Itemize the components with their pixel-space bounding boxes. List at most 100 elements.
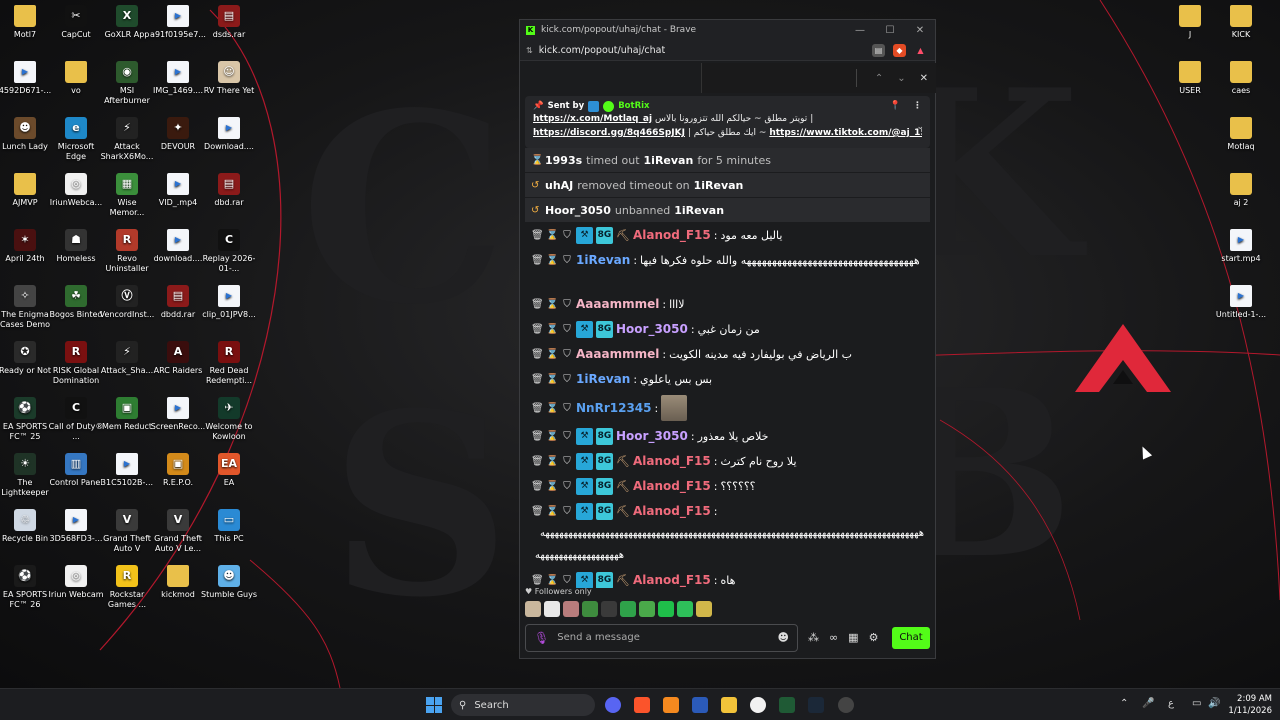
- desktop-icon[interactable]: ◉ MSI Afterburner: [99, 61, 155, 106]
- desktop-icon[interactable]: ▶ VID_.mp4: [150, 173, 206, 208]
- system-target[interactable]: 1iRevan: [644, 154, 694, 167]
- chat-username[interactable]: 1iRevan: [576, 251, 630, 270]
- chat-message[interactable]: 🗑 ⌛ ⛉ 1iRevan: بس بس ياعلوي: [525, 367, 930, 392]
- timeout-icon[interactable]: ⌛: [546, 251, 558, 270]
- system-actor[interactable]: uhAJ: [545, 179, 573, 192]
- chat-input[interactable]: 🎙 Send a message ☻: [525, 623, 798, 652]
- brave-rewards-icon[interactable]: ▲: [914, 44, 927, 57]
- search-label[interactable]: Search: [474, 700, 508, 711]
- title-bar[interactable]: K kick.com/popout/uhaj/chat - Brave — ☐ …: [520, 20, 935, 40]
- steam-icon[interactable]: [808, 697, 824, 713]
- desktop-icon[interactable]: EA EA: [201, 453, 257, 488]
- desktop-icon[interactable]: Ⓥ VencordInst...: [99, 285, 155, 320]
- page-tab-icon[interactable]: ▤: [872, 43, 885, 57]
- chat-username[interactable]: Alanod_F15: [633, 571, 711, 588]
- desktop-icon[interactable]: ☺ RV There Yet: [201, 61, 257, 96]
- tiktok-link[interactable]: https://www.tiktok.com/@aj_155...: [769, 128, 922, 138]
- discord-link[interactable]: https://discord.gg/8q466SpJKJ: [533, 128, 685, 138]
- taskbar-search[interactable]: ⚲ Search: [451, 694, 595, 716]
- infinity-icon[interactable]: ∞: [829, 631, 838, 644]
- emote-2[interactable]: [544, 601, 560, 617]
- ban-shield-icon[interactable]: ⛉: [561, 295, 573, 314]
- desktop-icon[interactable]: ▣ R.E.P.O.: [150, 453, 206, 488]
- chat-username[interactable]: Alanod_F15: [633, 477, 711, 496]
- timeout-icon[interactable]: ⌛: [546, 345, 558, 364]
- desktop-icon[interactable]: ▶ start.mp4: [1213, 229, 1269, 264]
- ban-shield-icon[interactable]: ⛉: [561, 226, 573, 245]
- desktop-icon[interactable]: ✪ Ready or Not: [0, 341, 53, 376]
- chat-message[interactable]: 🗑 ⌛ ⛉ ⚒ 8G ⛏ Alanod_F15: هههههههههههههههههههههه…: [525, 499, 930, 568]
- chat-username[interactable]: Aaaammmel: [576, 345, 659, 364]
- emoji-icon[interactable]: ☻: [778, 631, 789, 644]
- emote-1[interactable]: [525, 601, 541, 617]
- desktop-icon[interactable]: ☻ Lunch Lady: [0, 117, 53, 152]
- mic-icon[interactable]: 🎙: [534, 631, 549, 645]
- desktop-icon[interactable]: C Call of Duty® ...: [48, 397, 104, 442]
- chat-message[interactable]: 🗑 ⌛ ⛉ ⚒ 8G ⛏ Alanod_F15: ياليل معه مود: [525, 223, 930, 248]
- store-icon[interactable]: ▦: [848, 631, 858, 644]
- chat-username[interactable]: 1iRevan: [576, 370, 630, 389]
- volume-icon[interactable]: 🔊: [1208, 698, 1220, 709]
- timeout-icon[interactable]: ⌛: [546, 370, 558, 389]
- desktop-icon[interactable]: ▤ dbdd.rar: [150, 285, 206, 320]
- desktop-icon[interactable]: R Revo Uninstaller: [99, 229, 155, 274]
- brave-shields-icon[interactable]: ◆: [893, 43, 906, 57]
- emote-6[interactable]: [620, 601, 636, 617]
- chat-input-placeholder[interactable]: Send a message: [557, 632, 640, 643]
- desktop-icon[interactable]: ▶ ScreenReco...: [150, 397, 206, 432]
- desktop-icon[interactable]: V Grand Theft Auto V: [99, 509, 155, 554]
- desktop-icon[interactable]: ▭ This PC: [201, 509, 257, 544]
- delete-icon[interactable]: 🗑: [531, 452, 544, 471]
- desktop-icon[interactable]: J: [1162, 5, 1218, 40]
- chat-message[interactable]: 🗑 ⌛ ⛉ ⚒ 8G ⛏ Alanod_F15: ؟؟؟؟؟؟: [525, 474, 930, 499]
- desktop-icon[interactable]: ▤ dsds.rar: [201, 5, 257, 40]
- desktop-icon[interactable]: ⚽ EA SPORTS FC™ 26: [0, 565, 53, 610]
- timeout-icon[interactable]: ⌛: [546, 226, 558, 245]
- desktop-icon[interactable]: R Rockstar Games ...: [99, 565, 155, 610]
- ban-shield-icon[interactable]: ⛉: [561, 571, 573, 588]
- chat-username[interactable]: Hoor_3050: [616, 427, 688, 446]
- goxlr-icon[interactable]: [779, 697, 795, 713]
- clock[interactable]: 2:09 AM 1/11/2026: [1228, 693, 1272, 717]
- app-a-icon[interactable]: [663, 697, 679, 713]
- more-options-icon[interactable]: ⋮: [913, 101, 922, 111]
- discord-icon[interactable]: [605, 697, 621, 713]
- chat-message[interactable]: 🗑 ⌛ ⛉ ⚒ 8G ⛏ Alanod_F15: يلا روح نام كترث: [525, 449, 930, 474]
- delete-icon[interactable]: 🗑: [531, 502, 544, 521]
- minimize-icon[interactable]: —: [845, 25, 875, 36]
- browser-window[interactable]: K kick.com/popout/uhaj/chat - Brave — ☐ …: [519, 19, 936, 659]
- desktop-icon[interactable]: ♲ Recycle Bin: [0, 509, 53, 544]
- chat-username[interactable]: NnRr12345: [576, 399, 652, 418]
- ban-shield-icon[interactable]: ⛉: [561, 477, 573, 496]
- desktop-icon[interactable]: R Red Dead Redempti...: [201, 341, 257, 386]
- close-window-icon[interactable]: ✕: [905, 25, 935, 36]
- timeout-icon[interactable]: ⌛: [546, 571, 558, 588]
- desktop-icon[interactable]: e Microsoft Edge: [48, 117, 104, 162]
- delete-icon[interactable]: 🗑: [531, 571, 544, 588]
- ban-shield-icon[interactable]: ⛉: [561, 251, 573, 270]
- brave-icon[interactable]: [634, 697, 650, 713]
- chat-username[interactable]: Hoor_3050: [616, 320, 688, 339]
- desktop-icon[interactable]: ▶ 31C5102B-...: [99, 453, 155, 488]
- network-icon[interactable]: ▭: [1192, 698, 1201, 709]
- desktop-icon[interactable]: USER: [1162, 61, 1218, 96]
- ban-shield-icon[interactable]: ⛉: [561, 370, 573, 389]
- iriun-icon[interactable]: [750, 697, 766, 713]
- timeout-icon[interactable]: ⌛: [546, 452, 558, 471]
- chat-message[interactable]: 🗑 ⌛ ⛉ 1iRevan: ههههههههههههههههههههههههههههه…: [525, 248, 930, 292]
- desktop-icon[interactable]: ✈ Welcome to Kowloon: [201, 397, 257, 442]
- ban-shield-icon[interactable]: ⛉: [561, 502, 573, 521]
- desktop-icon[interactable]: ⚡ Attack_Sha...: [99, 341, 155, 376]
- desktop-icon[interactable]: ◎ Iriun Webcam: [48, 565, 104, 600]
- close-icon[interactable]: ✕: [920, 73, 928, 84]
- emote-3[interactable]: [563, 601, 579, 617]
- timeout-icon[interactable]: ⌛: [546, 295, 558, 314]
- delete-icon[interactable]: 🗑: [531, 345, 544, 364]
- desktop-icon[interactable]: KICK: [1213, 5, 1269, 40]
- users-icon[interactable]: ⁂: [808, 631, 819, 644]
- system-target[interactable]: 1iRevan: [694, 179, 744, 192]
- desktop-icon[interactable]: ▥ Control Panel: [48, 453, 104, 488]
- emote-8[interactable]: [658, 601, 674, 617]
- chevron-up-icon[interactable]: ⌃: [875, 73, 883, 84]
- app-circle-icon[interactable]: [838, 697, 854, 713]
